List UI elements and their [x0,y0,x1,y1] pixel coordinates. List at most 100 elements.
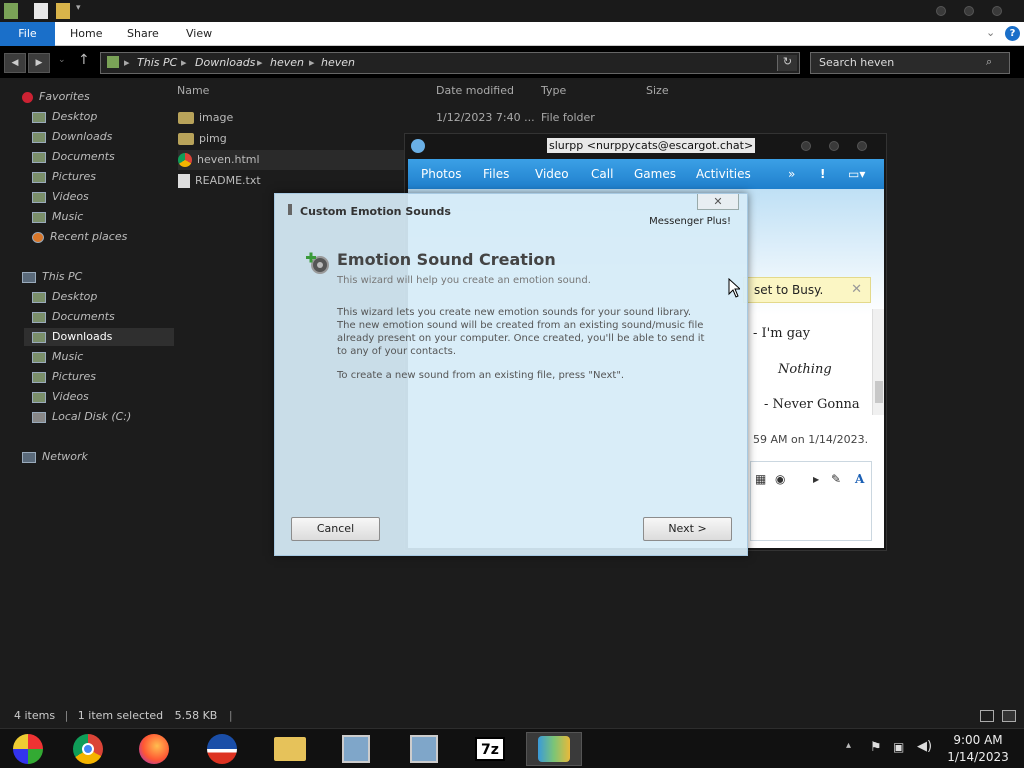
file-date: 1/12/2023 7:40 ... [436,111,535,124]
file-type: File folder [541,111,595,124]
recent-locations-icon[interactable]: ⌄ [58,55,66,65]
cancel-button[interactable]: Cancel [291,517,380,541]
taskbar-file-explorer-icon[interactable] [262,732,318,766]
toolbar-photos[interactable]: Photos [421,167,461,181]
taskbar-obama-icon[interactable] [194,732,250,766]
nav-fav-recent[interactable]: Recent places [32,228,127,246]
toolbar-more[interactable]: » [788,167,795,181]
flag-icon[interactable]: ⚑ [870,740,882,755]
nav-pc-videos[interactable]: Videos [32,388,89,406]
breadcrumb-this-pc[interactable]: This PC [137,56,177,69]
taskbar-7zip-icon[interactable]: 7z [462,732,518,766]
toolbar-call[interactable]: Call [591,167,613,181]
grid-icon[interactable]: ▦ [755,472,766,486]
downloads-icon [32,131,46,143]
column-type[interactable]: Type [541,84,566,97]
sound-icon[interactable]: ◉ [775,472,785,486]
more-icon[interactable]: ▶ [813,475,819,484]
nav-fav-documents[interactable]: Documents [32,148,115,166]
toolbar-nudge[interactable]: ! [820,167,825,181]
messenger-maximize-button[interactable] [829,141,839,151]
file-row-heven-html[interactable]: heven.html [178,150,413,170]
status-notification: set to Busy. ✕ [743,277,871,303]
properties-icon[interactable] [34,3,48,19]
nav-pc-downloads[interactable]: Downloads [24,328,174,346]
clock-date: 1/14/2023 [947,750,1009,764]
taskbar-firefox-icon[interactable] [126,732,182,766]
network-icon[interactable]: ▣ [893,740,904,754]
close-icon[interactable]: ✕ [851,278,862,302]
column-date-modified[interactable]: Date modified [436,84,514,97]
message-input-area[interactable]: ▦ ◉ ▶ ✎ A [750,461,872,541]
tab-view[interactable]: View [176,22,222,46]
font-icon[interactable]: A [855,472,864,486]
nav-fav-desktop[interactable]: Desktop [32,108,97,126]
nav-pc-documents[interactable]: Documents [32,308,115,326]
breadcrumb-heven-current[interactable]: heven [321,56,355,69]
messenger-minimize-button[interactable] [801,141,811,151]
close-button[interactable] [992,6,1002,16]
scrollbar-thumb[interactable] [875,381,883,403]
nav-pc-desktop[interactable]: Desktop [32,288,97,306]
emotion-sound-wizard[interactable]: Custom Emotion Sounds ✕ Messenger Plus! … [274,193,748,556]
nav-pc-music[interactable]: Music [32,348,83,366]
explorer-app-icon[interactable] [4,3,18,19]
tab-home[interactable]: Home [60,22,112,46]
next-button[interactable]: Next > [643,517,732,541]
column-name[interactable]: Name [177,84,209,97]
nav-fav-videos[interactable]: Videos [32,188,89,206]
tab-share[interactable]: Share [117,22,169,46]
toolbar-activities[interactable]: Activities [696,167,751,181]
nav-fav-music[interactable]: Music [32,208,83,226]
toolbar-files[interactable]: Files [483,167,509,181]
search-icon[interactable]: ⌕ [986,55,992,69]
refresh-icon[interactable]: ↻ [777,55,797,71]
minimize-button[interactable] [936,6,946,16]
nav-favorites[interactable]: Favorites [22,88,90,106]
messenger-close-button[interactable] [857,141,867,151]
nav-fav-downloads[interactable]: Downloads [32,128,112,146]
toolbar-video[interactable]: Video [535,167,569,181]
taskbar-setup-icon[interactable] [328,732,384,766]
search-input[interactable]: Search heven [810,52,1010,74]
taskbar-setup-icon[interactable] [396,732,452,766]
conversation-scrollbar[interactable] [872,309,884,415]
help-icon[interactable]: ? [1005,26,1020,41]
maximize-button[interactable] [964,6,974,16]
address-input[interactable]: ▸ This PC ▸ Downloads ▸ heven ▸ heven ↻ [100,52,800,74]
toolbar-games[interactable]: Games [634,167,676,181]
breadcrumb-heven[interactable]: heven [270,56,304,69]
pen-icon[interactable]: ✎ [831,472,841,486]
toolbar-menu-icon[interactable]: ▭▾ [848,167,865,181]
large-icons-view-icon[interactable] [1002,710,1016,722]
system-clock[interactable]: 9:00 AM 1/14/2023 [938,732,1018,766]
messenger-title-bar[interactable]: slurpp <nurppycats@escargot.chat> [405,134,886,158]
customize-chevron-icon[interactable]: ▾ [76,3,90,19]
back-button[interactable]: ◀ [4,53,26,73]
tab-file[interactable]: File [0,22,55,46]
taskbar-messenger-icon[interactable] [0,732,56,766]
mouse-cursor-icon [728,278,740,298]
details-view-icon[interactable] [980,710,994,722]
file-row-image[interactable]: image [178,108,413,128]
taskbar-messenger-plus-icon[interactable] [526,732,582,766]
nav-this-pc[interactable]: This PC [22,268,82,286]
nav-fav-pictures[interactable]: Pictures [32,168,96,186]
file-row-readme[interactable]: README.txt [178,171,413,191]
messenger-buddy-icon [411,139,425,153]
nav-pc-pictures[interactable]: Pictures [32,368,96,386]
selection-info: 1 item selected [77,709,164,722]
breadcrumb-downloads[interactable]: Downloads [195,56,255,69]
file-row-pimg[interactable]: pimg [178,129,413,149]
up-arrow-icon[interactable]: ↑ [78,52,90,68]
volume-icon[interactable]: ◀) [917,739,932,754]
nav-local-disk[interactable]: Local Disk (C:) [32,408,131,426]
forward-button[interactable]: ▶ [28,53,50,73]
column-size[interactable]: Size [646,84,669,97]
nav-network[interactable]: Network [22,448,88,466]
taskbar-chrome-icon[interactable] [60,732,116,766]
wizard-close-button[interactable]: ✕ [697,194,739,210]
tray-expand-icon[interactable]: ▴ [846,740,851,751]
new-folder-icon[interactable] [56,3,70,19]
ribbon-expand-icon[interactable]: ⌄ [986,26,995,39]
